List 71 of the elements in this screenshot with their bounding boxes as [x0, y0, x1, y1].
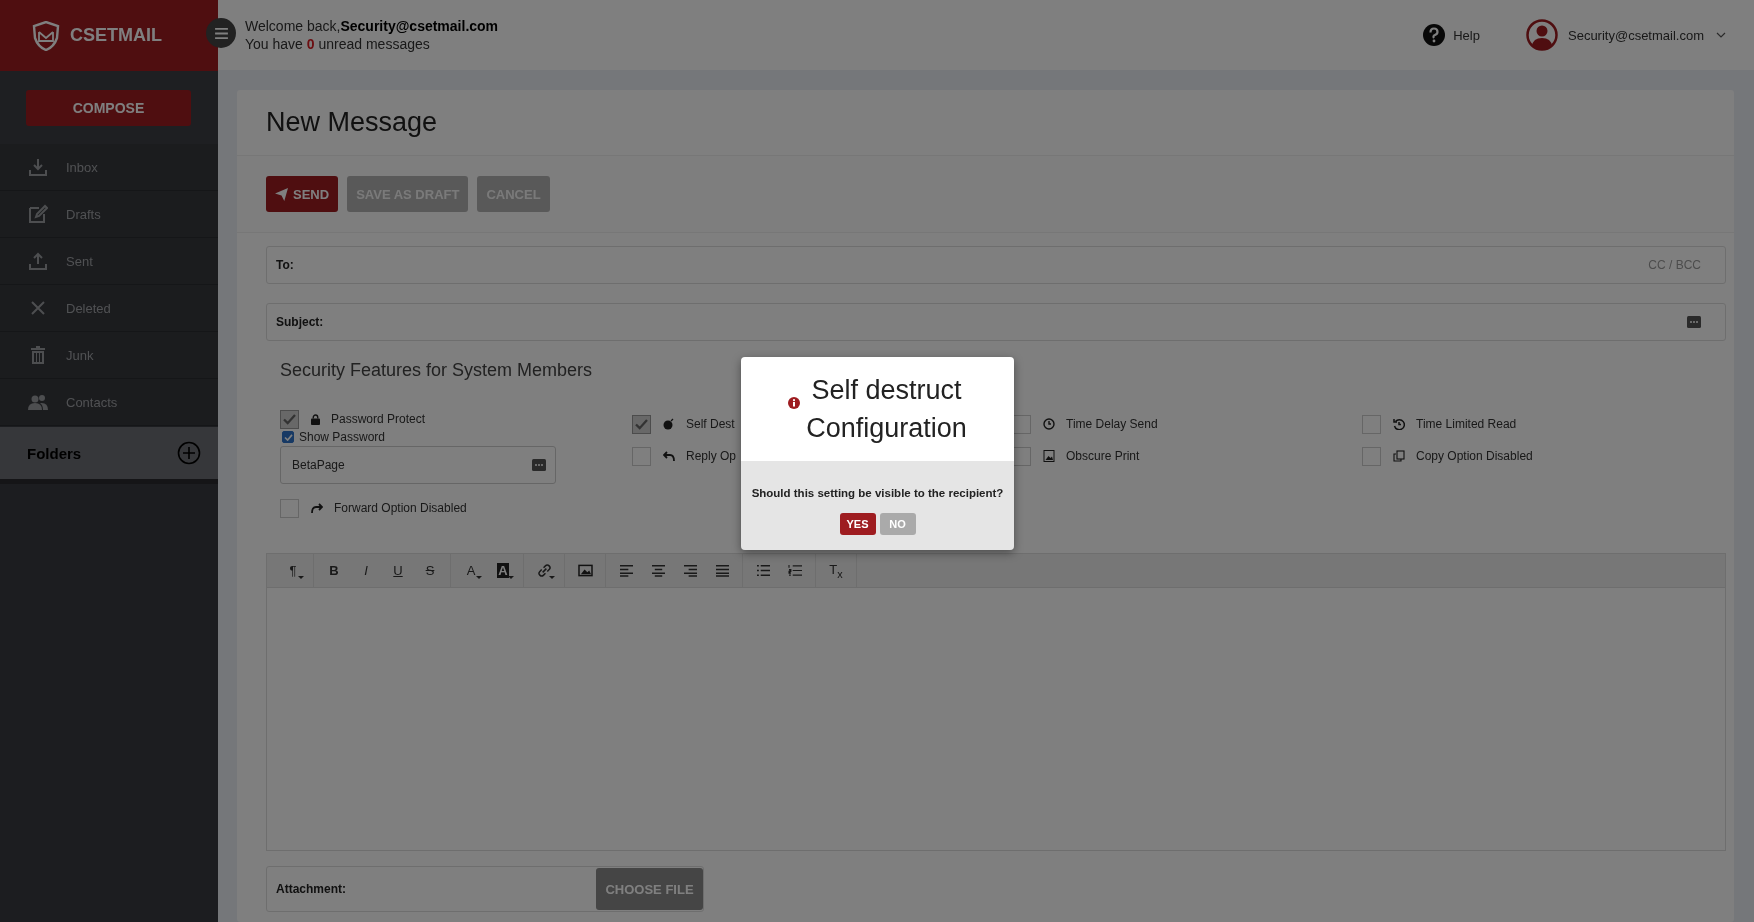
bullets-icon: [755, 564, 771, 577]
format-button[interactable]: S: [414, 554, 446, 587]
history-icon: [1393, 418, 1405, 430]
checkbox[interactable]: [280, 409, 299, 429]
alignright-icon: [682, 564, 698, 577]
option-label: Password Protect: [331, 412, 426, 426]
welcome-text: Welcome back,Security@csetmail.com: [245, 17, 499, 35]
aligncenter-icon: [650, 564, 666, 577]
help-link[interactable]: Help: [1453, 27, 1480, 43]
show-password-checkbox[interactable]: [282, 431, 294, 443]
forward-arrow-icon: [311, 502, 323, 514]
checkbox[interactable]: [1362, 446, 1381, 466]
folders-heading: Folders: [27, 444, 82, 462]
dots-icon: [1687, 316, 1701, 328]
checkbox[interactable]: [632, 414, 651, 434]
checkbox[interactable]: [632, 446, 651, 466]
option-label: Time Limited Read: [1416, 417, 1517, 431]
option-label: Self Dest: [686, 417, 735, 431]
brand-name: CSETMAIL: [70, 25, 162, 46]
checkbox[interactable]: [280, 498, 299, 518]
download-icon: [28, 157, 48, 177]
chevron-down-icon[interactable]: [1716, 32, 1726, 38]
paper-plane-icon: [275, 187, 288, 201]
format-button[interactable]: U: [382, 554, 414, 587]
menu-icon: [214, 27, 228, 39]
format-button[interactable]: I: [350, 554, 382, 587]
compose-button[interactable]: COMPOSE: [26, 90, 191, 126]
option-label: Show Password: [299, 430, 386, 444]
format-button[interactable]: A: [487, 554, 519, 587]
alignleft-icon: [618, 564, 634, 577]
link-icon: [536, 564, 552, 577]
image-icon: [577, 564, 593, 577]
option-label: Time Delay Send: [1066, 417, 1158, 431]
dialog-question: Should this setting be visible to the recipient?: [750, 487, 1005, 499]
avatar-icon[interactable]: [1526, 19, 1558, 51]
format-button[interactable]: ¶: [277, 554, 309, 587]
menu-button[interactable]: [206, 18, 236, 48]
format-button[interactable]: A: [455, 554, 487, 587]
option-label: Reply Op: [686, 449, 737, 463]
image-icon: [1043, 450, 1055, 462]
pencil-square-icon: [28, 204, 48, 224]
copy-icon: [1393, 450, 1405, 462]
upload-icon: [28, 251, 48, 271]
format-button[interactable]: T$_{x}$: [820, 554, 852, 587]
trash-icon: [28, 345, 48, 365]
lock-icon: [311, 413, 320, 425]
option-label: Forward Option Disabled: [334, 501, 467, 515]
dots-icon: [532, 459, 546, 471]
password-field[interactable]: BetaPage: [280, 446, 556, 484]
option-label: Obscure Print: [1066, 449, 1140, 463]
dialog-title: Self destruct Configuration: [806, 374, 967, 445]
checkbox[interactable]: [1362, 414, 1381, 434]
no-button[interactable]: NO: [879, 513, 916, 535]
section-heading: Security Features for System Members: [280, 360, 594, 381]
help-icon[interactable]: [1423, 24, 1446, 46]
bomb-icon: [663, 418, 675, 430]
option-label: Copy Option Disabled: [1416, 449, 1533, 463]
yes-button[interactable]: YES: [839, 513, 876, 535]
send-button[interactable]: SEND: [266, 176, 339, 212]
clock-icon: [1043, 418, 1055, 430]
justify-icon: [714, 564, 730, 577]
format-button[interactable]: B: [318, 554, 350, 587]
subject-field[interactable]: Subject:: [266, 303, 1726, 341]
unread-text: You have 0 unread messages: [245, 35, 431, 53]
shield-logo-icon: [32, 20, 60, 51]
numbers-icon: [787, 564, 803, 577]
people-icon: [28, 392, 48, 412]
info-icon: [788, 397, 801, 409]
page-title: New Message: [266, 107, 438, 138]
account-menu[interactable]: Security@csetmail.com: [1568, 27, 1704, 43]
reply-icon: [663, 450, 675, 462]
